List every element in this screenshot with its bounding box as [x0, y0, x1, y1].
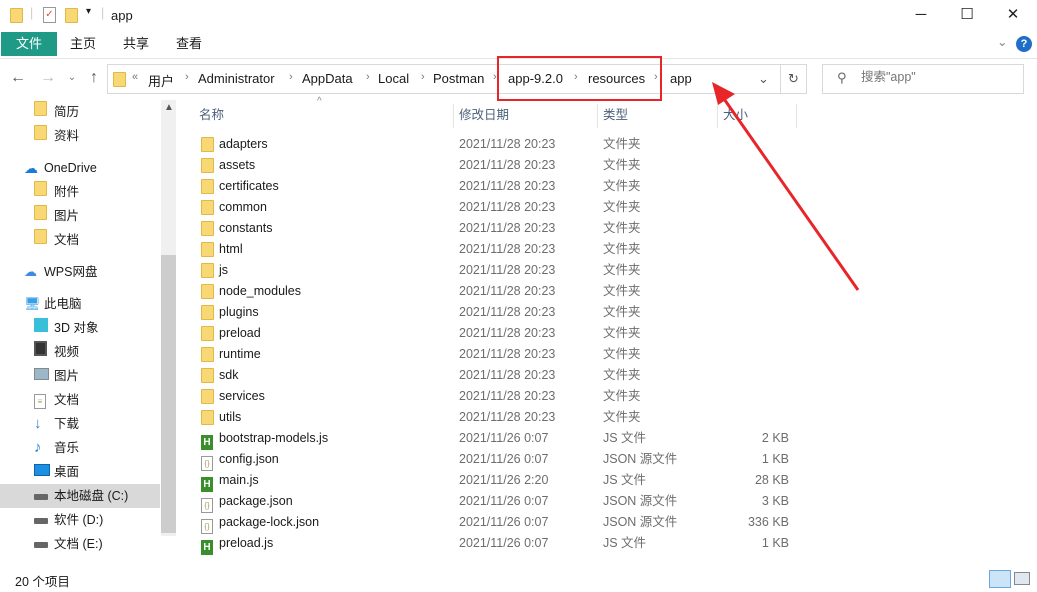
annotation-arrow-icon [712, 82, 860, 291]
